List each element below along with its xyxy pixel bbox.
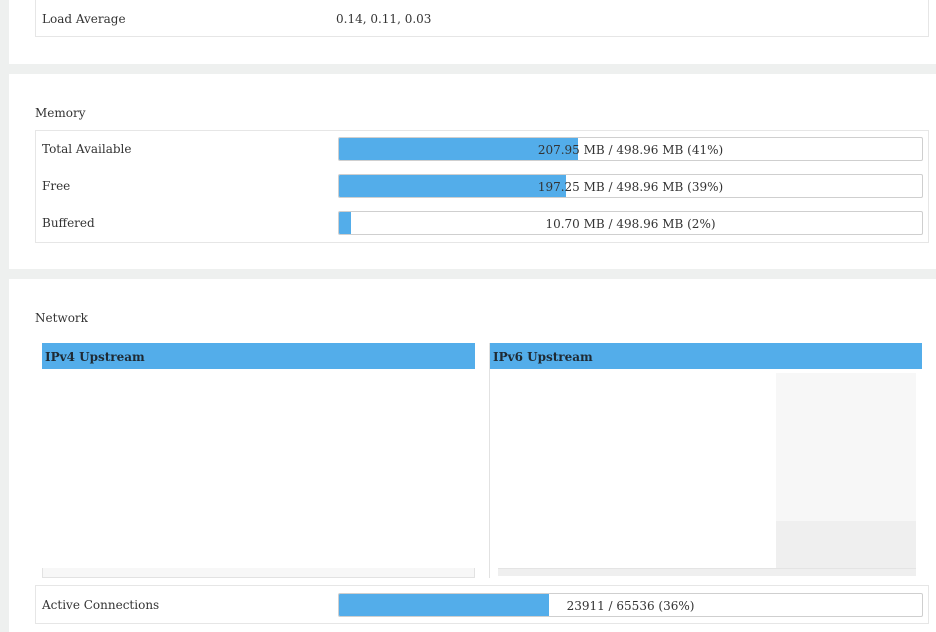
connections-table: Active Connections 23911 / 65536 (36%) [35, 585, 929, 624]
scrollbar-corner [776, 521, 916, 568]
ipv4-upstream-graph: IPv4 Upstream [42, 343, 475, 578]
bar-text: 10.70 MB / 498.96 MB (2%) [545, 217, 716, 231]
memory-table: Total Available 207.95 MB / 498.96 MB (4… [35, 130, 929, 243]
memory-title: Memory [35, 106, 86, 120]
memory-free-bar: 197.25 MB / 498.96 MB (39%) [338, 174, 923, 198]
ipv6-upstream-title: IPv6 Upstream [490, 343, 922, 369]
memory-buffered-bar: 10.70 MB / 498.96 MB (2%) [338, 211, 923, 235]
memory-row-buffered: Buffered 10.70 MB / 498.96 MB (2%) [36, 205, 928, 242]
memory-row-label: Free [42, 179, 71, 193]
ipv4-graph-area [42, 369, 475, 578]
bar-text: 207.95 MB / 498.96 MB (41%) [537, 143, 724, 157]
active-connections-row: Active Connections 23911 / 65536 (36%) [36, 586, 928, 623]
memory-row-total-available: Total Available 207.95 MB / 498.96 MB (4… [36, 131, 928, 168]
system-panel: Load Average 0.14, 0.11, 0.03 [9, 0, 936, 64]
horizontal-scrollbar[interactable] [498, 568, 916, 576]
bar-text: 23911 / 65536 (36%) [566, 599, 695, 613]
network-title: Network [35, 311, 88, 325]
memory-row-free: Free 197.25 MB / 498.96 MB (39%) [36, 168, 928, 205]
memory-panel: Memory Total Available 207.95 MB / 498.9… [9, 74, 936, 269]
ipv4-graph-footer [42, 568, 475, 578]
load-average-label: Load Average [42, 12, 126, 26]
active-connections-bar: 23911 / 65536 (36%) [338, 593, 923, 617]
memory-row-label: Buffered [42, 216, 95, 230]
load-average-row: Load Average 0.14, 0.11, 0.03 [36, 0, 928, 37]
bar-text: 197.25 MB / 498.96 MB (39%) [537, 180, 724, 194]
network-panel: Network IPv4 Upstream IPv6 Upstream Acti… [9, 279, 936, 632]
system-table: Load Average 0.14, 0.11, 0.03 [35, 0, 929, 37]
active-connections-label: Active Connections [42, 598, 160, 612]
ipv6-upstream-graph: IPv6 Upstream [489, 343, 922, 578]
memory-row-label: Total Available [42, 142, 132, 156]
ipv4-upstream-title: IPv4 Upstream [42, 343, 475, 369]
load-average-value: 0.14, 0.11, 0.03 [336, 12, 432, 26]
memory-total-available-bar: 207.95 MB / 498.96 MB (41%) [338, 137, 923, 161]
